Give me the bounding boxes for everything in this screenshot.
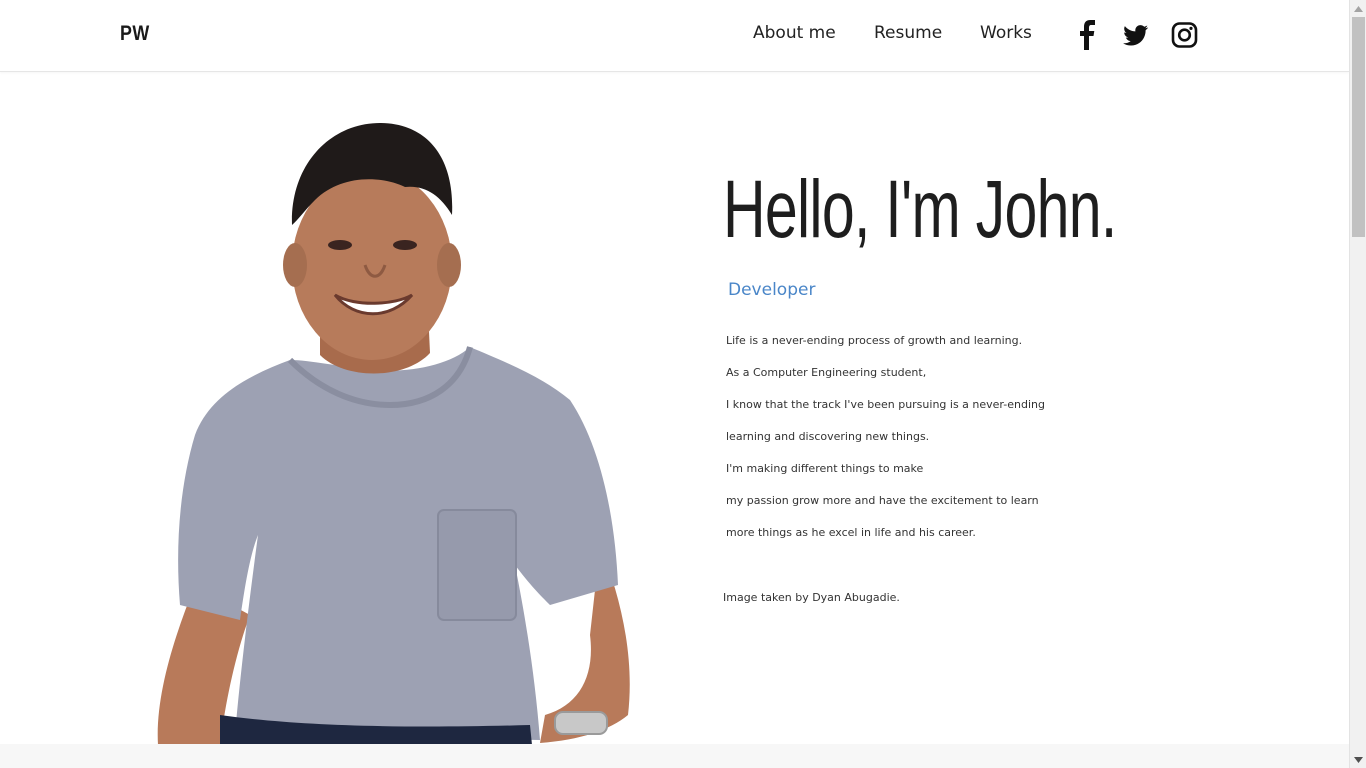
- scroll-down-arrow-icon[interactable]: [1350, 751, 1366, 768]
- bio-line: learning and discovering new things.: [726, 430, 930, 443]
- nav-about-me[interactable]: About me: [753, 23, 836, 43]
- bio-line: I know that the track I've been pursuing…: [726, 398, 1045, 411]
- profile-photo: [140, 115, 640, 745]
- bio-line: Life is a never-ending process of growth…: [726, 334, 1023, 347]
- facebook-icon[interactable]: [1077, 20, 1099, 50]
- bio-line: I'm making different things to make: [726, 462, 924, 475]
- nav-resume[interactable]: Resume: [874, 23, 942, 43]
- next-section-edge: [0, 744, 1349, 768]
- hero-bio: Life is a never-ending process of growth…: [726, 334, 1045, 558]
- vertical-scrollbar[interactable]: [1349, 0, 1366, 768]
- instagram-icon[interactable]: [1171, 20, 1198, 50]
- scrollbar-thumb[interactable]: [1352, 17, 1365, 237]
- hero-role: Developer: [728, 280, 816, 300]
- nav-works[interactable]: Works: [980, 23, 1032, 43]
- scroll-up-arrow-icon[interactable]: [1350, 0, 1366, 17]
- hero-headline: Hello, I'm John.: [723, 164, 1117, 255]
- photo-credit: Image taken by Dyan Abugadie.: [723, 591, 900, 604]
- page: PW About me Resume Works Hello, I'm John…: [0, 0, 1349, 768]
- bio-line: As a Computer Engineering student,: [726, 366, 927, 379]
- twitter-icon[interactable]: [1122, 20, 1150, 50]
- site-header: PW About me Resume Works: [0, 0, 1349, 72]
- bio-line: more things as he excel in life and his …: [726, 526, 976, 539]
- bio-line: my passion grow more and have the excite…: [726, 494, 1039, 507]
